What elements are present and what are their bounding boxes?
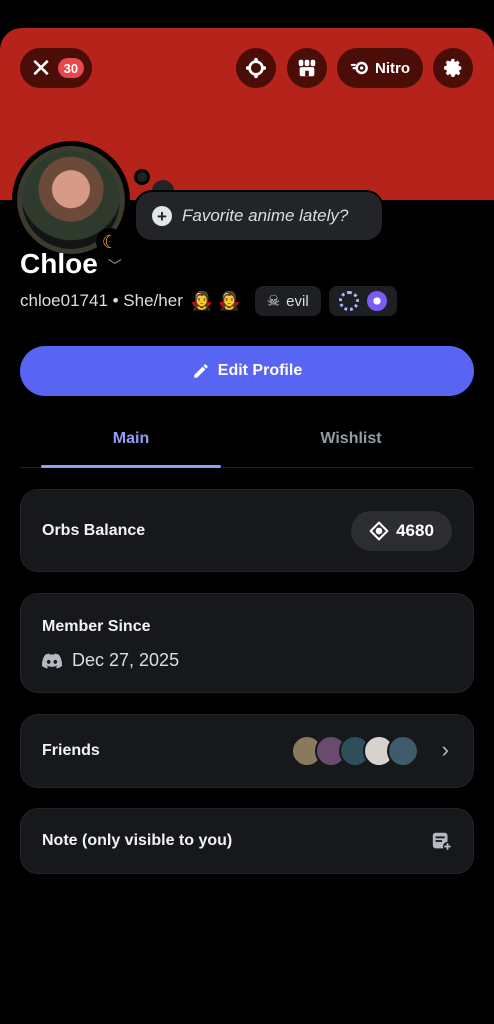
orb-badge-icon[interactable] bbox=[338, 291, 359, 311]
orb-icon bbox=[369, 521, 389, 541]
note-card[interactable]: Note (only visible to you) bbox=[20, 808, 474, 874]
nitro-badge-icon[interactable] bbox=[366, 291, 387, 311]
orb-icon bbox=[245, 57, 267, 79]
custom-status-bubble[interactable]: + Favorite anime lately? bbox=[134, 190, 384, 242]
pronoun-emojis: 🧛‍♀️ 🧛‍♀️ bbox=[190, 290, 241, 311]
orbs-title: Orbs Balance bbox=[42, 522, 146, 539]
edit-profile-label: Edit Profile bbox=[217, 362, 303, 379]
profile-tabs: Main Wishlist bbox=[20, 418, 474, 468]
edit-profile-button[interactable]: Edit Profile bbox=[20, 346, 474, 396]
skull-icon: ☠ bbox=[266, 293, 281, 310]
member-since-date: Dec 27, 2025 bbox=[72, 650, 180, 670]
add-note-icon[interactable] bbox=[431, 830, 453, 852]
orbs-balance-card[interactable]: Orbs Balance 4680 bbox=[20, 489, 474, 572]
clan-tag-label: evil bbox=[286, 292, 309, 310]
status-placeholder: Favorite anime lately? bbox=[182, 206, 349, 225]
chevron-down-icon: ﹀ bbox=[107, 258, 122, 274]
notification-badge: 30 bbox=[57, 58, 84, 78]
bubble-tail-small-dot bbox=[134, 169, 150, 185]
orbs-shop-button[interactable] bbox=[236, 48, 276, 88]
settings-button[interactable] bbox=[433, 48, 473, 88]
username-pronouns: chloe01741 • She/her bbox=[20, 291, 183, 310]
member-since-row: Dec 27, 2025 bbox=[42, 650, 179, 671]
shop-icon bbox=[298, 59, 316, 77]
active-tab-indicator bbox=[41, 465, 221, 468]
clan-tag[interactable]: ☠ evil bbox=[254, 286, 321, 316]
profile-badges[interactable] bbox=[328, 286, 397, 316]
close-button[interactable]: ✕ 30 bbox=[20, 48, 92, 88]
display-name-row[interactable]: Chloe ﹀ bbox=[20, 248, 122, 280]
shop-button[interactable] bbox=[287, 48, 327, 88]
discord-icon bbox=[42, 653, 62, 668]
nitro-button[interactable]: Nitro bbox=[337, 48, 423, 88]
gear-icon bbox=[444, 58, 462, 77]
friends-card[interactable]: Friends › bbox=[20, 714, 474, 788]
nitro-label: Nitro bbox=[375, 59, 410, 77]
display-name: Chloe bbox=[20, 248, 98, 279]
close-icon: ✕ bbox=[30, 53, 52, 83]
add-circle-icon: + bbox=[152, 206, 172, 226]
tab-wishlist[interactable]: Wishlist bbox=[261, 430, 441, 448]
note-title: Note (only visible to you) bbox=[42, 832, 233, 849]
friends-title: Friends bbox=[42, 742, 100, 759]
pencil-icon bbox=[194, 364, 208, 378]
member-since-card: Member Since Dec 27, 2025 bbox=[20, 593, 474, 693]
member-since-title: Member Since bbox=[42, 618, 151, 635]
friend-avatar bbox=[387, 735, 419, 767]
nitro-icon bbox=[350, 61, 368, 75]
chevron-right-icon: › bbox=[441, 737, 449, 762]
mutual-friends-avatars bbox=[291, 735, 419, 767]
tab-main[interactable]: Main bbox=[41, 430, 221, 448]
orbs-balance-pill[interactable]: 4680 bbox=[351, 511, 452, 551]
orbs-value: 4680 bbox=[396, 521, 434, 540]
profile-meta-row: chloe01741 • She/her 🧛‍♀️ 🧛‍♀️ ☠ evil bbox=[20, 285, 397, 317]
